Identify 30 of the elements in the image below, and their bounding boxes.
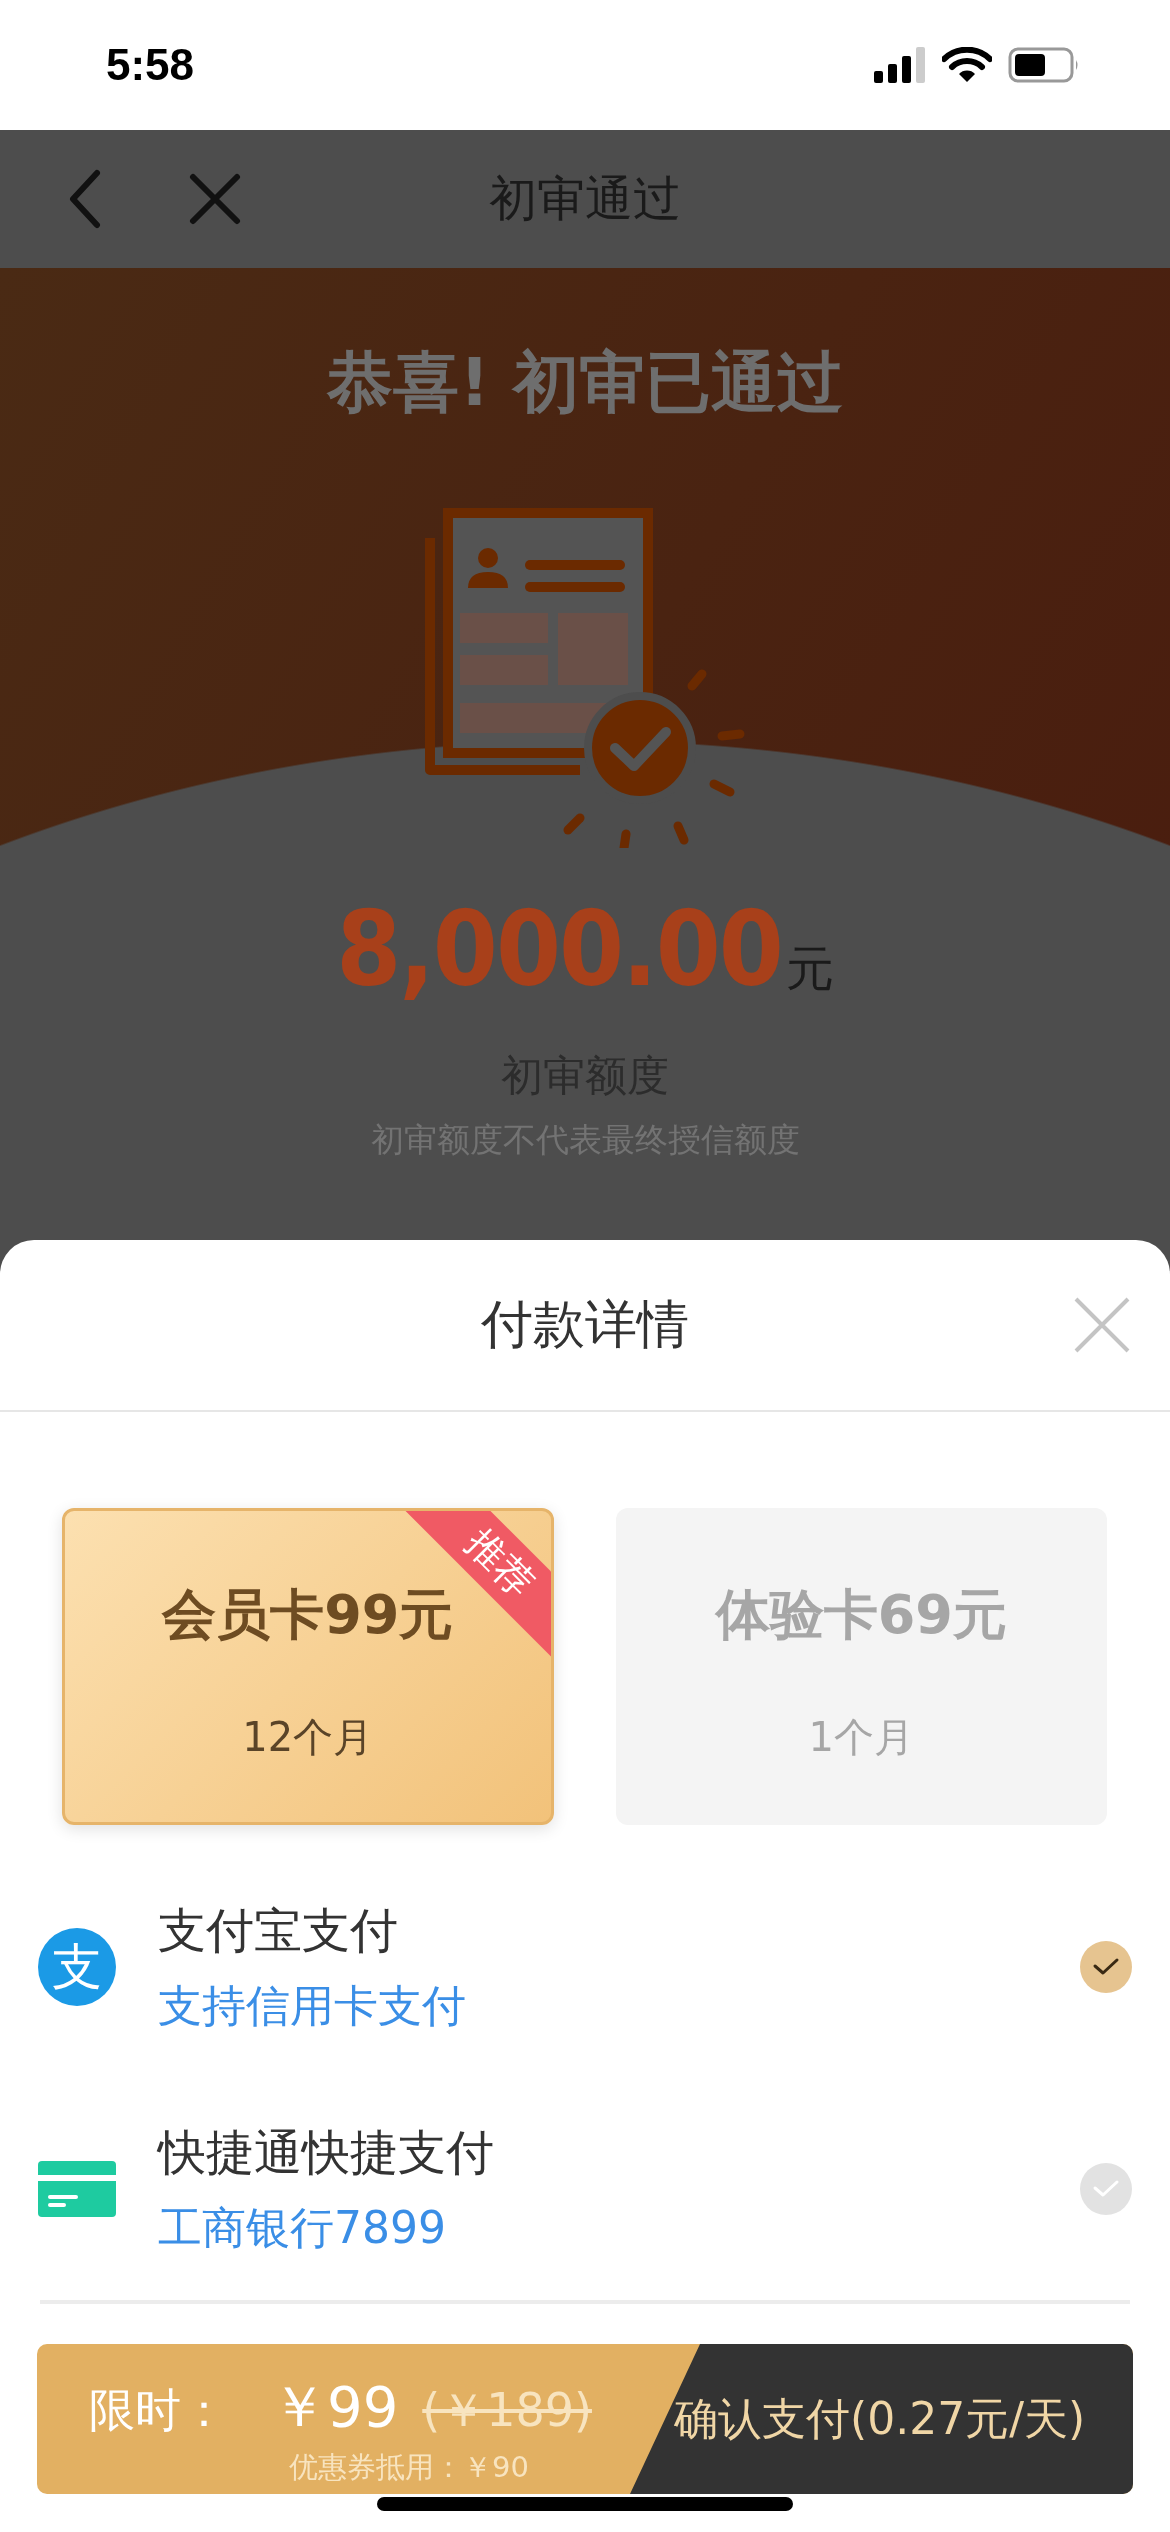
plan-card[interactable]: 会员卡99元 12个月 推荐 <box>62 1508 554 1825</box>
limited-time-label: 限时： <box>89 2382 227 2439</box>
confirm-pay-button[interactable]: 确认支付(0.27元/天) <box>630 2344 1133 2494</box>
status-time: 5:58 <box>106 40 195 90</box>
plan-name: 会员卡99元 <box>162 1582 454 1648</box>
payment-method-name: 快捷通快捷支付 <box>158 2122 495 2182</box>
plan-period: 12个月 <box>242 1713 374 1762</box>
original-price: (￥189) <box>422 2382 592 2439</box>
sale-price: ￥99 <box>271 2373 399 2441</box>
payment-method-detail: 支持信用卡支付 <box>158 1978 467 2033</box>
signal-icon <box>874 47 926 83</box>
wifi-icon <box>942 47 992 83</box>
coupon-discount: 优惠券抵用：￥90 <box>289 2449 530 2486</box>
plan-period: 1个月 <box>808 1713 914 1762</box>
battery-icon <box>1008 47 1080 83</box>
alipay-logo: 支 <box>38 1928 116 2006</box>
payment-method-name: 支付宝支付 <box>158 1900 399 1960</box>
close-icon <box>189 173 241 225</box>
radio-check[interactable] <box>1080 2163 1132 2215</box>
check-icon <box>1092 2179 1120 2199</box>
credit-amount: 8,000.00 <box>336 888 782 1010</box>
close-icon <box>1072 1295 1132 1355</box>
radio-check[interactable] <box>1080 1941 1132 1993</box>
bank-card-icon <box>38 2161 116 2217</box>
close-button[interactable] <box>1072 1295 1132 1355</box>
payment-method-detail: 工商银行7899 <box>158 2200 447 2255</box>
success-heading: 恭喜! 初审已通过 <box>327 343 843 423</box>
plan-name: 体验卡69元 <box>715 1582 1007 1648</box>
sheet-title: 付款详情 <box>481 1293 689 1356</box>
check-icon <box>1092 1957 1120 1977</box>
